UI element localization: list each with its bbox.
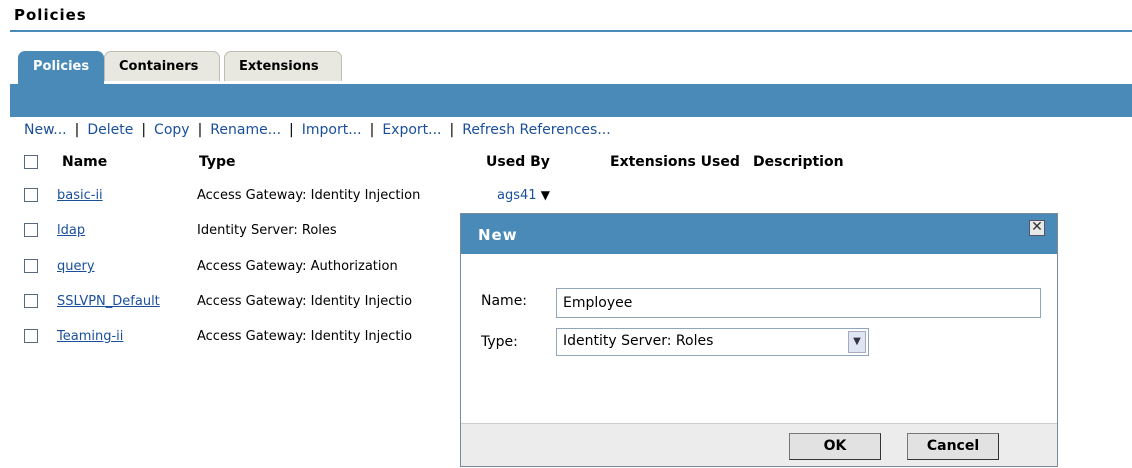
- used-by-dropdown[interactable]: ags41 ▼: [497, 188, 550, 203]
- tab-containers[interactable]: Containers: [104, 51, 220, 81]
- select-all-checkbox[interactable]: [24, 155, 38, 169]
- used-by-value: ags41: [497, 188, 537, 203]
- name-input[interactable]: [556, 288, 1041, 318]
- row-checkbox[interactable]: [24, 294, 38, 308]
- separator: |: [289, 122, 294, 138]
- ok-button[interactable]: OK: [789, 433, 881, 460]
- rename-button[interactable]: Rename...: [210, 122, 281, 138]
- policy-link[interactable]: SSLVPN_Default: [57, 294, 160, 309]
- action-toolbar: New... | Delete | Copy | Rename... | Import... | E…: [24, 122, 611, 138]
- row-checkbox[interactable]: [24, 188, 38, 202]
- separator: |: [141, 122, 147, 138]
- dialog-title: New: [478, 226, 518, 244]
- policy-type: Access Gateway: Identity Injection: [197, 188, 421, 203]
- dialog-header: New ✕: [461, 214, 1057, 254]
- policy-type: Access Gateway: Identity Injectio: [197, 329, 413, 344]
- policy-type: Access Gateway: Identity Injectio: [197, 294, 413, 309]
- policy-link[interactable]: ldap: [57, 223, 85, 238]
- import-button[interactable]: Import...: [302, 122, 362, 138]
- column-header-name[interactable]: Name: [62, 154, 107, 170]
- policy-link[interactable]: Teaming-ii: [57, 329, 123, 344]
- column-header-description[interactable]: Description: [753, 154, 844, 170]
- refresh-references-button[interactable]: Refresh References...: [462, 122, 610, 138]
- chevron-down-icon[interactable]: ▼: [848, 331, 866, 353]
- row-checkbox[interactable]: [24, 259, 38, 273]
- new-button[interactable]: New...: [24, 122, 67, 138]
- type-select[interactable]: Identity Server: Roles ▼: [556, 328, 869, 356]
- title-divider: [10, 30, 1132, 32]
- export-button[interactable]: Export...: [382, 122, 441, 138]
- policy-type: Identity Server: Roles: [197, 223, 337, 238]
- dialog-footer: OK Cancel: [461, 423, 1057, 466]
- policy-link[interactable]: basic-ii: [57, 188, 103, 203]
- column-header-extensions-used[interactable]: Extensions Used: [610, 154, 740, 170]
- column-header-used-by[interactable]: Used By: [486, 154, 550, 170]
- copy-button[interactable]: Copy: [154, 122, 190, 138]
- column-header-type[interactable]: Type: [199, 154, 236, 170]
- row-checkbox[interactable]: [24, 223, 38, 237]
- tab-policies[interactable]: Policies: [18, 51, 104, 85]
- separator: |: [449, 122, 455, 138]
- type-label: Type:: [481, 334, 518, 350]
- delete-button[interactable]: Delete: [87, 122, 133, 138]
- name-label: Name:: [481, 293, 528, 309]
- triangle-down-icon: ▼: [540, 188, 550, 202]
- separator: |: [369, 122, 375, 138]
- tab-content-bar: [10, 84, 1132, 117]
- type-select-value: Identity Server: Roles: [563, 333, 714, 349]
- dialog-body: Name: Type: Identity Server: Roles ▼: [461, 254, 1057, 424]
- policy-type: Access Gateway: Authorization: [197, 259, 398, 274]
- tab-extensions[interactable]: Extensions: [224, 51, 342, 81]
- cancel-button[interactable]: Cancel: [907, 433, 999, 460]
- separator: |: [74, 122, 80, 138]
- page-title: Policies: [14, 6, 87, 24]
- new-policy-dialog: New ✕ Name: Type: Identity Server: Roles…: [460, 213, 1058, 467]
- close-icon[interactable]: ✕: [1029, 220, 1045, 236]
- policy-link[interactable]: query: [57, 259, 95, 274]
- row-checkbox[interactable]: [24, 329, 38, 343]
- separator: |: [197, 122, 203, 138]
